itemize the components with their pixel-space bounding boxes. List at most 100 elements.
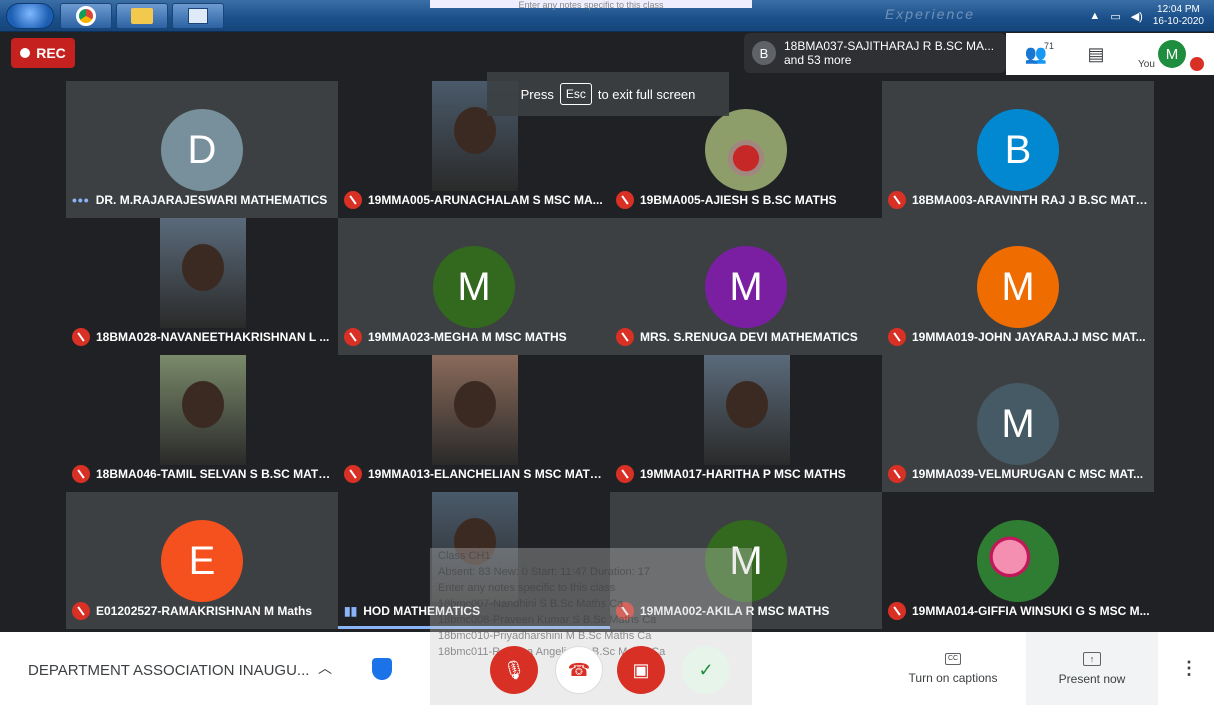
participant-name: 19BMA005-AJIESH S B.SC MATHS [640, 193, 837, 207]
participant-tile[interactable]: M 19MMA019-JOHN JAYARAJ.J MSC MAT... [882, 218, 1154, 355]
participant-count: 71 [1043, 41, 1054, 51]
participant-name: 19MMA013-ELANCHELIAN S MSC MATHS [368, 467, 606, 481]
participants-button[interactable]: 👥 71 [1006, 33, 1066, 75]
recording-badge: REC [11, 38, 75, 68]
leave-call-button[interactable]: ☎ [555, 646, 603, 694]
participant-avatar: M [977, 383, 1059, 465]
participant-name: 18BMA003-ARAVINTH RAJ J B.SC MATHS [912, 193, 1150, 207]
participant-tile[interactable]: 19MMA014-GIFFIA WINSUKI G S MSC M... [882, 492, 1154, 629]
speaking-dots-icon: ••• [72, 192, 90, 208]
captions-label: Turn on captions [908, 670, 998, 685]
mic-muted-icon [344, 191, 362, 209]
participant-name-bar: 19MMA039-VELMURUGAN C MSC MAT... [888, 464, 1150, 484]
speaker-name: 18BMA037-SAJITHARAJ R B.SC MA... [784, 39, 995, 53]
chat-icon: ▤ [1087, 43, 1105, 64]
clock-time: 12:04 PM [1157, 4, 1200, 15]
participant-name-bar: 19MMA023-MEGHA M MSC MATHS [344, 327, 606, 347]
notes-line: Class CH1 [438, 550, 491, 562]
windows-start-icon[interactable] [6, 3, 54, 29]
mic-muted-icon [72, 465, 90, 483]
notes-line: Absent: 83 New: 0 Start: 11:47 Duration:… [438, 566, 650, 578]
participant-avatar: M [705, 246, 787, 328]
present-now-button[interactable]: ↑ Present now [1026, 632, 1158, 705]
participant-tile[interactable]: 19MMA017-HARITHA P MSC MATHS [610, 355, 882, 492]
mic-off-icon: 🎙 [502, 659, 526, 680]
record-dot-icon [20, 48, 31, 58]
participant-name: E01202527-RAMAKRISHNAN M Maths [96, 604, 313, 618]
participant-name: DR. M.RAJARAJESWARI MATHEMATICS [95, 193, 328, 207]
active-speakers-chip[interactable]: B 18BMA037-SAJITHARAJ R B.SC MA... and 5… [744, 33, 1006, 73]
participant-tile[interactable]: 19MMA013-ELANCHELIAN S MSC MATHS [338, 355, 610, 492]
chrome-taskbar-button[interactable] [60, 3, 112, 29]
participant-name: 18BMA046-TAMIL SELVAN S B.SC MATHS [96, 467, 334, 481]
participant-name-bar: 19BMA005-AJIESH S B.SC MATHS [616, 190, 878, 210]
notes-line: Enter any notes specific to this class [438, 582, 616, 594]
participant-video [704, 355, 790, 465]
notes-line: 18bmc010-Priyadharshini M B.Sc Maths Ca [438, 630, 652, 642]
speaker-more: and 53 more [784, 53, 852, 67]
toast-prefix: Press [520, 86, 554, 102]
participant-name: MRS. S.RENUGA DEVI MATHEMATICS [640, 330, 858, 344]
present-label: Present now [1058, 671, 1126, 686]
participant-tile[interactable]: B 18BMA003-ARAVINTH RAJ J B.SC MATHS [882, 81, 1154, 218]
self-muted-icon [1190, 57, 1204, 71]
app-taskbar-button[interactable] [172, 3, 224, 29]
notes-line: 18bmc008-Praveen Kumar S B.Sc Maths Ca [438, 614, 657, 626]
participant-tile[interactable]: D ••• DR. M.RAJARAJESWARI MATHEMATICS [66, 81, 338, 218]
participant-tile[interactable]: 18BMA028-NAVANEETHAKRISHNAN L ... [66, 218, 338, 355]
participant-video [160, 218, 246, 328]
notes-check-button[interactable]: ✓ [682, 646, 730, 694]
mic-muted-icon [888, 191, 906, 209]
more-options-icon[interactable]: ⋮ [1180, 658, 1198, 679]
participant-tile[interactable]: 18BMA046-TAMIL SELVAN S B.SC MATHS [66, 355, 338, 492]
explorer-taskbar-button[interactable] [116, 3, 168, 29]
participant-avatar: E [161, 520, 243, 602]
toast-suffix: to exit full screen [597, 86, 696, 102]
mic-muted-icon [344, 328, 362, 346]
participant-name-bar: 18BMA046-TAMIL SELVAN S B.SC MATHS [72, 464, 334, 484]
chrome-icon [76, 6, 96, 26]
participant-name: 19MMA039-VELMURUGAN C MSC MAT... [912, 467, 1144, 481]
self-avatar[interactable]: M [1158, 40, 1186, 68]
volume-icon[interactable]: ◀) [1131, 10, 1143, 23]
participant-avatar: M [433, 246, 515, 328]
participant-name: 19MMA017-HARITHA P MSC MATHS [640, 467, 846, 481]
participant-tile[interactable]: E E01202527-RAMAKRISHNAN M Maths [66, 492, 338, 629]
mic-off-button[interactable]: 🎙 [490, 646, 538, 694]
tray-arrow-icon[interactable]: ▲ [1089, 10, 1100, 22]
participant-avatar: D [161, 109, 243, 191]
participant-avatar: B [977, 109, 1059, 191]
system-tray: ▲ ▭ ◀) 12:04 PM 16-10-2020 [1089, 2, 1204, 30]
participant-tile[interactable]: M MRS. S.RENUGA DEVI MATHEMATICS [610, 218, 882, 355]
meeting-title[interactable]: DEPARTMENT ASSOCIATION INAUGU... [28, 662, 309, 679]
participant-tile[interactable]: M 19MMA039-VELMURUGAN C MSC MAT... [882, 355, 1154, 492]
participant-name-bar: 19MMA005-ARUNACHALAM S MSC MA... [344, 190, 606, 210]
folder-icon [131, 8, 153, 24]
participant-name: 19MMA014-GIFFIA WINSUKI G S MSC M... [912, 604, 1150, 618]
camera-off-button[interactable]: ▣ [617, 646, 665, 694]
participant-name: 18BMA028-NAVANEETHAKRISHNAN L ... [96, 330, 330, 344]
network-icon[interactable]: ▭ [1110, 10, 1120, 23]
chevron-up-icon[interactable]: ︿ [318, 658, 332, 678]
captions-icon: CC [945, 652, 961, 665]
participant-name-bar: MRS. S.RENUGA DEVI MATHEMATICS [616, 327, 878, 347]
window-icon [188, 8, 208, 24]
participant-name: 19MMA019-JOHN JAYARAJ.J MSC MAT... [912, 330, 1146, 344]
participant-video [160, 355, 246, 465]
participant-name-bar: 19MMA017-HARITHA P MSC MATHS [616, 464, 878, 484]
mic-muted-icon [72, 602, 90, 620]
participant-name: 19MMA023-MEGHA M MSC MATHS [368, 330, 567, 344]
participant-photo [705, 109, 787, 191]
mic-muted-icon [72, 328, 90, 346]
chat-button[interactable]: ▤ [1066, 33, 1126, 75]
present-icon: ↑ [1083, 651, 1101, 666]
clock[interactable]: 12:04 PM 16-10-2020 [1153, 4, 1204, 28]
security-shield-icon[interactable] [372, 658, 392, 680]
participant-name-bar: 19MMA014-GIFFIA WINSUKI G S MSC M... [888, 601, 1150, 621]
captions-button[interactable]: CC Turn on captions [896, 632, 1010, 705]
participant-tile[interactable]: M 19MMA023-MEGHA M MSC MATHS [338, 218, 610, 355]
mic-muted-icon [888, 328, 906, 346]
mic-muted-icon [344, 465, 362, 483]
fullscreen-toast: Press Esc to exit full screen [487, 72, 729, 116]
participant-name: 19MMA005-ARUNACHALAM S MSC MA... [368, 193, 603, 207]
